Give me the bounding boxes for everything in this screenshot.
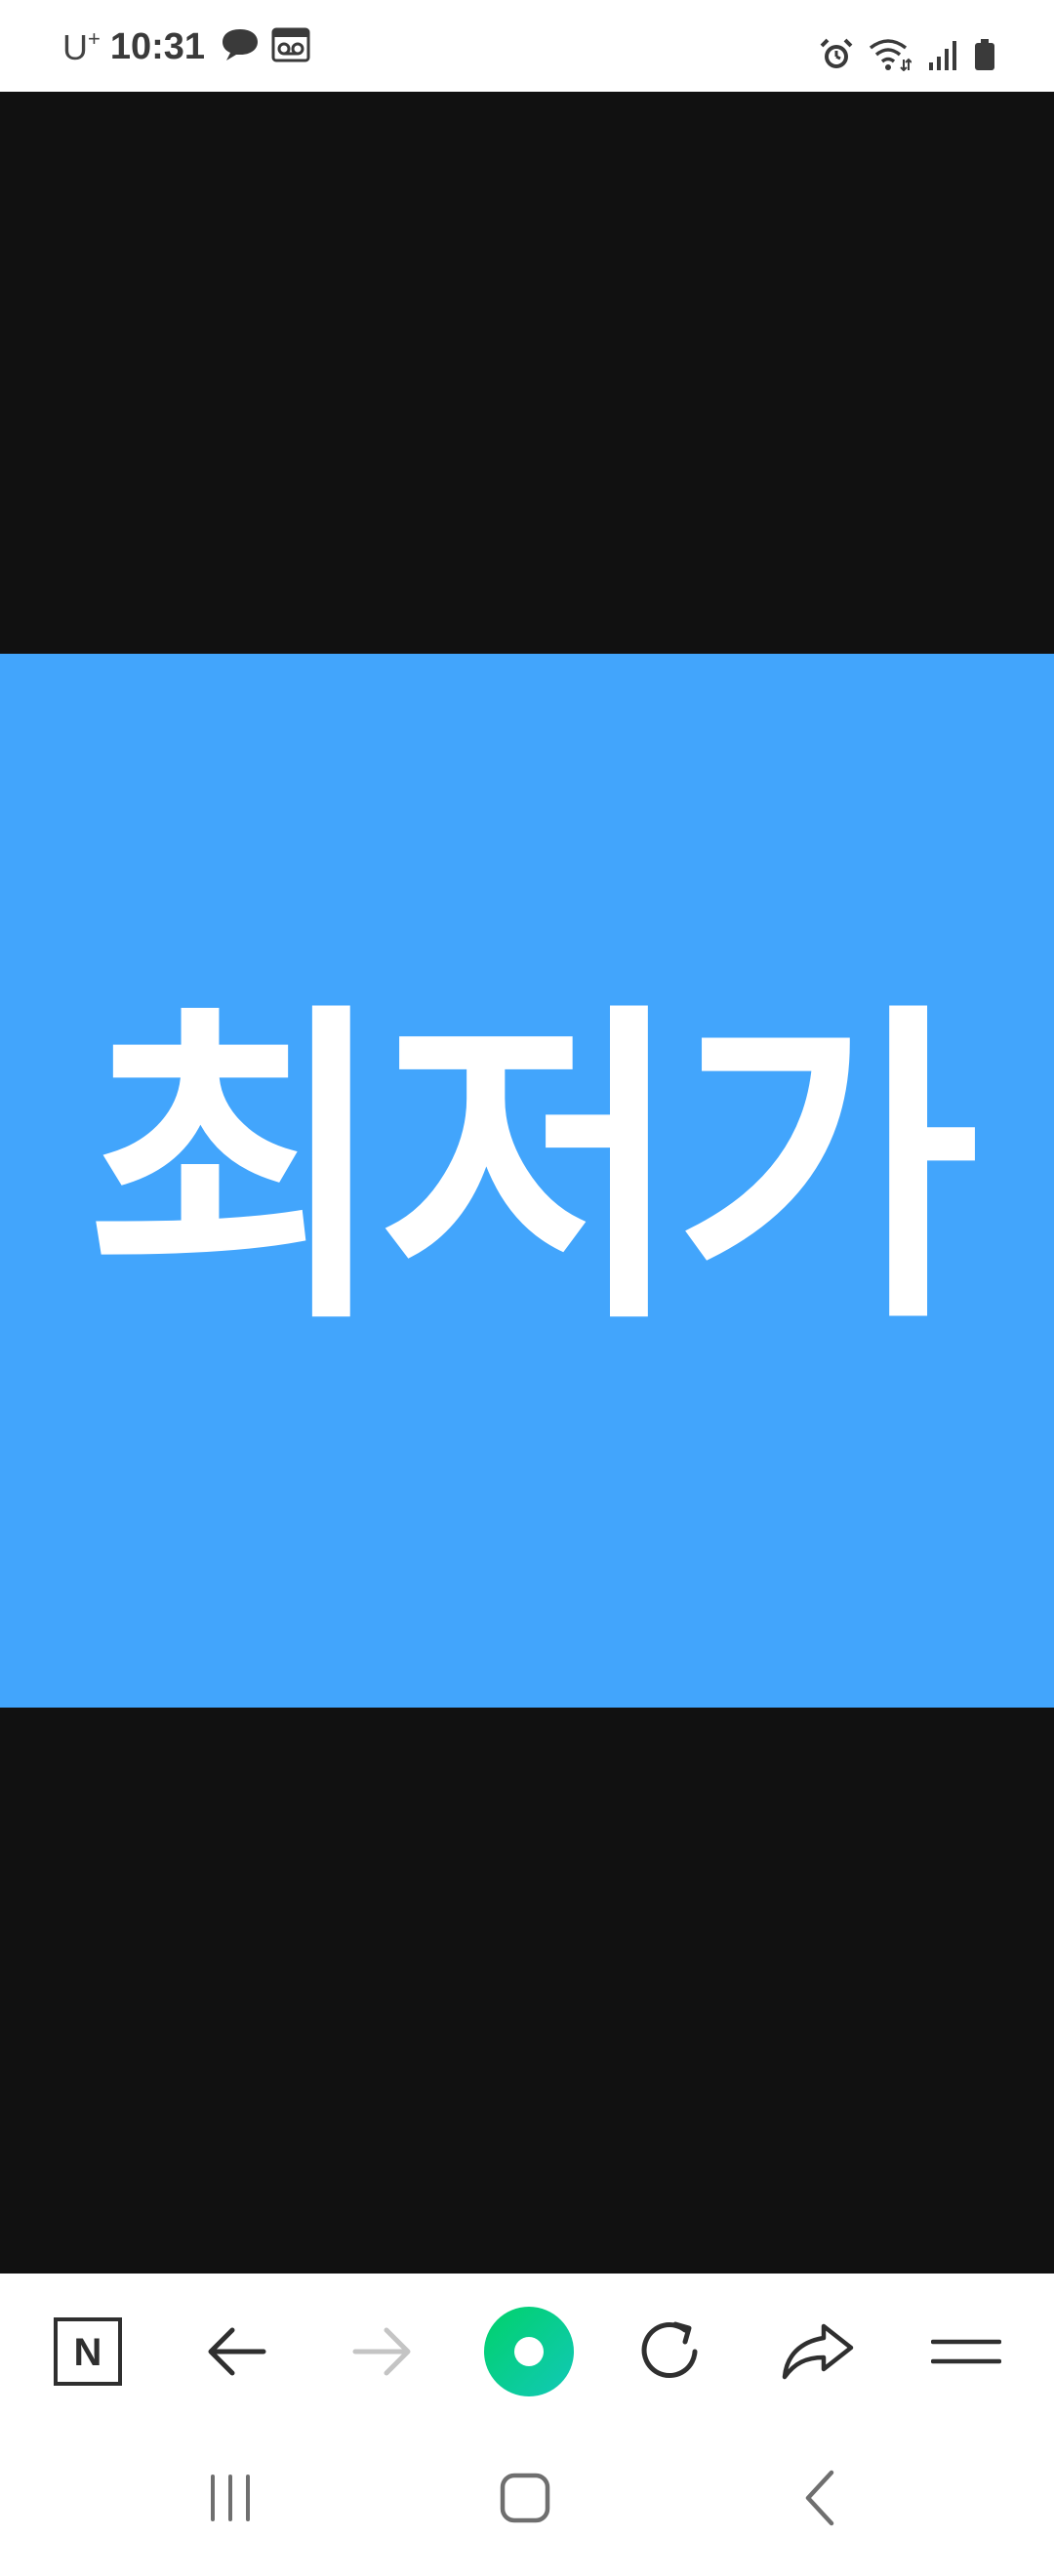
reload-icon (641, 2321, 698, 2378)
naver-label: N (74, 2331, 102, 2374)
image-text: 최저가 (83, 978, 980, 1364)
talk-bubble-icon (221, 25, 262, 68)
menu-button[interactable] (927, 2313, 1005, 2391)
status-left: U+ 10:31 (62, 25, 310, 68)
wifi-icon (869, 38, 912, 75)
displayed-image[interactable]: 최저가 (0, 654, 1054, 1708)
green-ring-icon (484, 2307, 574, 2396)
arrow-left-icon (208, 2327, 266, 2376)
green-dot-button[interactable] (482, 2305, 576, 2398)
system-back-button[interactable] (781, 2459, 859, 2537)
naver-n-icon: N (54, 2317, 122, 2386)
carrier-label: U+ (62, 25, 101, 67)
reload-button[interactable] (632, 2313, 710, 2391)
image-viewer[interactable]: 최저가 (0, 92, 1054, 2274)
alarm-icon (820, 38, 853, 75)
arrow-right-icon (352, 2327, 411, 2376)
battery-icon (974, 39, 995, 74)
back-button[interactable] (197, 2313, 275, 2391)
clock: 10:31 (109, 25, 206, 67)
home-icon (500, 2473, 550, 2523)
system-nav-bar (0, 2430, 1054, 2576)
status-bar: U+ 10:31 (0, 0, 1054, 92)
naver-home-button[interactable]: N (49, 2313, 127, 2391)
menu-icon (931, 2339, 1001, 2364)
share-button[interactable] (779, 2313, 857, 2391)
home-button[interactable] (486, 2459, 564, 2537)
forward-button[interactable] (344, 2313, 422, 2391)
chevron-left-icon (805, 2470, 834, 2526)
recent-apps-icon (211, 2475, 250, 2521)
share-arrow-icon (782, 2323, 854, 2380)
status-right (820, 37, 995, 76)
browser-toolbar: N (0, 2274, 1054, 2430)
recent-apps-button[interactable] (191, 2459, 269, 2537)
signal-icon (927, 39, 958, 74)
voicemail-icon (271, 27, 310, 66)
